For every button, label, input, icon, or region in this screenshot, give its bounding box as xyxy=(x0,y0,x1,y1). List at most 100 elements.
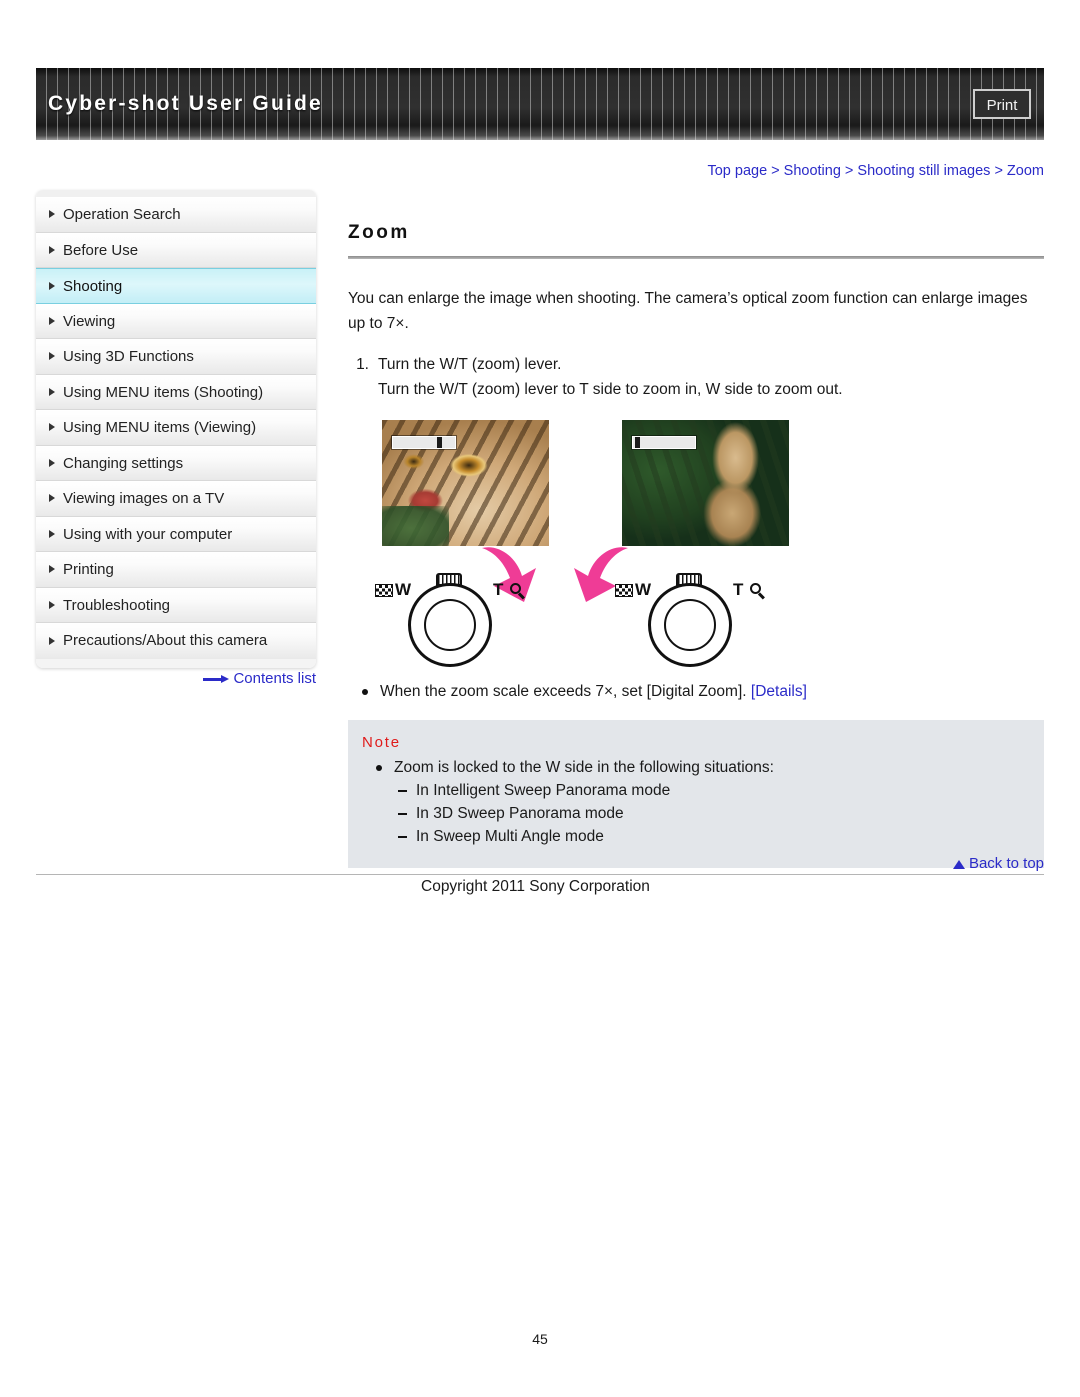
sidebar-item-viewing[interactable]: Viewing xyxy=(36,303,316,339)
digital-zoom-text: When the zoom scale exceeds 7×, set [Dig… xyxy=(380,683,751,700)
triangle-right-icon xyxy=(49,281,55,290)
step-body: Turn the W/T (zoom) lever. Turn the W/T … xyxy=(378,352,1044,402)
sidebar-item-label: Printing xyxy=(63,561,114,578)
step-heading: Turn the W/T (zoom) lever. xyxy=(378,356,562,373)
zoom-lever-diagram-right: W T xyxy=(574,547,792,670)
lever-ring-inner xyxy=(664,599,716,651)
triangle-right-icon xyxy=(49,210,55,219)
dash-icon xyxy=(398,813,407,815)
digital-zoom-note: When the zoom scale exceeds 7×, set [Dig… xyxy=(348,680,1044,704)
sidebar-item-label: Shooting xyxy=(63,278,123,295)
figure-group: W T W T xyxy=(348,420,1044,670)
sidebar-item-before-use[interactable]: Before Use xyxy=(36,232,316,268)
intro-paragraph: You can enlarge the image when shooting.… xyxy=(348,290,1028,332)
figure-zoom-out: W T xyxy=(574,420,862,670)
contents-list-label[interactable]: Contents list xyxy=(233,670,316,687)
note-sub-item: In 3D Sweep Panorama mode xyxy=(348,803,1044,825)
header-banner: Cyber-shot User Guide Print xyxy=(36,68,1044,140)
sidebar-item-label: Using with your computer xyxy=(63,525,233,543)
breadcrumb[interactable]: Top page > Shooting > Shooting still ima… xyxy=(707,163,1044,179)
sidebar-item-label: Precautions/About this camera xyxy=(63,632,268,649)
sidebar-item-label: Changing settings xyxy=(63,454,184,472)
note-sub-text: In Sweep Multi Angle mode xyxy=(416,828,604,845)
triangle-up-icon xyxy=(952,860,965,869)
sidebar-item-using-with-your-computer[interactable]: Using with your computer xyxy=(36,516,316,552)
back-to-top-link[interactable]: Back to top xyxy=(952,855,1044,872)
triangle-right-icon xyxy=(49,494,55,503)
sidebar-item-shooting[interactable]: Shooting xyxy=(36,268,316,304)
print-button[interactable]: Print xyxy=(973,89,1031,119)
zoom-bar-knob xyxy=(635,437,640,448)
note-sub-text: In 3D Sweep Panorama mode xyxy=(416,805,624,822)
main-content: Zoom You can enlarge the image when shoo… xyxy=(348,190,1044,868)
breadcrumb-text[interactable]: Top page > Shooting > Shooting still ima… xyxy=(707,163,1044,179)
step-number: 1. xyxy=(356,356,369,373)
sidebar-item-label: Using MENU items (Shooting) xyxy=(63,383,264,401)
sidebar-item-label: Troubleshooting xyxy=(63,596,171,614)
page-number: 45 xyxy=(532,1331,548,1347)
wide-angle-icon xyxy=(615,584,633,597)
note-sub-text: In Intelligent Sweep Panorama mode xyxy=(416,782,671,799)
sidebar-item-precautions-about-this-camera[interactable]: Precautions/About this camera xyxy=(36,623,316,659)
sidebar-item-using-3d-functions[interactable]: Using 3D Functions xyxy=(36,339,316,375)
sidebar-item-label: Before Use xyxy=(63,241,139,259)
note-box: Note Zoom is locked to the W side in the… xyxy=(348,720,1044,868)
triangle-right-icon xyxy=(49,458,55,467)
title-divider xyxy=(348,256,1044,259)
sidebar-item-label: Viewing xyxy=(63,312,116,330)
sidebar-item-troubleshooting[interactable]: Troubleshooting xyxy=(36,587,316,623)
zoom-bar-knob xyxy=(437,437,442,448)
note-bullet-text: Zoom is locked to the W side in the foll… xyxy=(394,759,774,776)
magnifier-icon xyxy=(510,583,526,600)
zoom-bar-indicator xyxy=(632,436,696,449)
sidebar-item-operation-search[interactable]: Operation Search xyxy=(36,197,316,233)
zoom-bar-indicator xyxy=(392,436,456,449)
copyright-text: Copyright 2011 Sony Corporation xyxy=(421,878,650,895)
sidebar-item-label: Using 3D Functions xyxy=(63,348,194,365)
triangle-right-icon xyxy=(49,529,55,538)
bullet-dot-icon xyxy=(376,765,382,771)
sidebar-nav: Operation Search Before Use Shooting Viewin… xyxy=(36,190,316,668)
triangle-right-icon xyxy=(49,387,55,396)
note-bullet: Zoom is locked to the W side in the foll… xyxy=(348,757,1044,779)
lever-t-label: T xyxy=(493,580,504,599)
triangle-right-icon xyxy=(49,316,55,325)
zoom-lever-diagram-left: W T xyxy=(375,547,552,670)
triangle-right-icon xyxy=(49,245,55,254)
sidebar-item-viewing-images-on-a-tv[interactable]: Viewing images on a TV xyxy=(36,481,316,517)
note-heading: Note xyxy=(362,734,401,751)
note-sub-item: In Sweep Multi Angle mode xyxy=(348,826,1044,848)
note-sub-item: In Intelligent Sweep Panorama mode xyxy=(348,780,1044,802)
magnifier-icon xyxy=(750,583,766,600)
lever-ring-inner xyxy=(424,599,476,651)
triangle-right-icon xyxy=(49,636,55,645)
sidebar-item-label: Viewing images on a TV xyxy=(63,490,225,507)
dash-icon xyxy=(398,836,407,838)
triangle-right-icon xyxy=(49,423,55,432)
arrow-right-icon xyxy=(203,674,230,684)
sidebar-item-label: Using MENU items (Viewing) xyxy=(63,419,257,436)
step-item: 1. Turn the W/T (zoom) lever. Turn the W… xyxy=(348,352,1044,402)
details-link[interactable]: [Details] xyxy=(751,683,807,700)
contents-list-link[interactable]: Contents list xyxy=(36,670,316,687)
triangle-right-icon xyxy=(49,565,55,574)
step-detail: Turn the W/T (zoom) lever to T side to z… xyxy=(378,381,843,398)
lever-w-label: W xyxy=(395,580,412,599)
dash-icon xyxy=(398,790,407,792)
bullet-dot-icon xyxy=(362,689,368,695)
lever-w-label: W xyxy=(635,580,652,599)
page-title: Zoom xyxy=(348,222,410,243)
photo-cat-zoomed-in xyxy=(382,420,549,546)
sidebar-item-changing-settings[interactable]: Changing settings xyxy=(36,445,316,481)
triangle-right-icon xyxy=(49,352,55,361)
lever-t-label: T xyxy=(733,580,744,599)
sidebar-item-using-menu-items-shooting[interactable]: Using MENU items (Shooting) xyxy=(36,374,316,410)
sidebar-item-printing[interactable]: Printing xyxy=(36,552,316,588)
photo-cat-zoomed-out xyxy=(622,420,789,546)
back-to-top-label[interactable]: Back to top xyxy=(969,855,1044,872)
sidebar-item-label: Operation Search xyxy=(63,206,181,223)
triangle-right-icon xyxy=(49,600,55,609)
app-title: Cyber-shot User Guide xyxy=(48,92,323,115)
sidebar-item-using-menu-items-viewing[interactable]: Using MENU items (Viewing) xyxy=(36,410,316,446)
step-list: 1. Turn the W/T (zoom) lever. Turn the W… xyxy=(348,352,1044,402)
